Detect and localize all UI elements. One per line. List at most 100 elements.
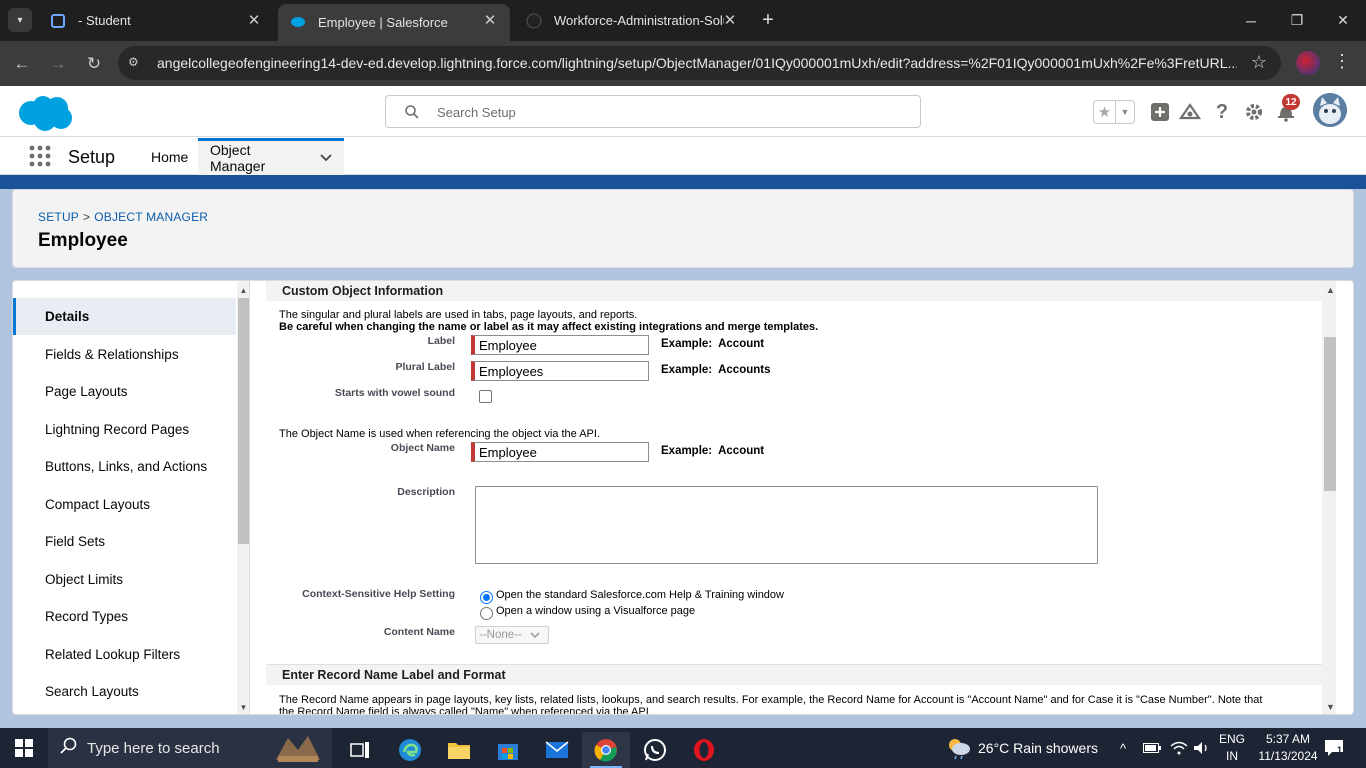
chrome-icon[interactable] [582,732,630,768]
plural-label-input[interactable]: Employees [471,361,649,381]
search-icon [60,737,80,760]
sidebar-item-search-layouts[interactable]: Search Layouts [13,673,236,710]
label-example: Example: Account [661,338,764,350]
address-bar[interactable]: ⚙ angelcollegeofengineering14-dev-ed.dev… [118,46,1281,80]
notification-badge: 12 [1282,94,1300,110]
help-visualforce-option: Open a window using a Visualforce page [496,605,696,617]
sidebar-item-related-lookup-filters[interactable]: Related Lookup Filters [13,636,236,673]
clock-time: 5:37 AM [1265,732,1311,746]
edit-form: Custom Object Information The singular a… [266,281,1336,714]
profile-icon[interactable] [1296,51,1320,75]
show-hidden-icons[interactable]: ^ [1120,728,1126,768]
scroll-up-arrow-icon[interactable]: ▲ [1322,281,1336,298]
wifi-icon[interactable] [1170,728,1188,768]
system-clock[interactable]: 5:37 AM 11/13/2024 [1258,731,1318,765]
mail-icon[interactable] [533,732,581,768]
nav-item-home[interactable]: Home [139,138,200,175]
browser-tab-workforce[interactable]: Workforce-Administration-Solu ✕ [514,4,750,37]
search-highlight-illustration [276,736,320,762]
file-explorer-icon[interactable] [435,732,483,768]
setup-gear-icon[interactable] [1242,100,1266,124]
favorite-star-icon[interactable]: ★ [1094,101,1116,123]
sidebar-item-buttons-links-actions[interactable]: Buttons, Links, and Actions [13,448,236,485]
restore-icon[interactable]: ❐ [1274,0,1320,41]
sidebar-item-details[interactable]: Details [13,298,236,335]
volume-icon[interactable] [1193,728,1211,768]
sidebar-scrollbar[interactable]: ▲ ▼ [237,281,249,714]
form-scroll-thumb[interactable] [1324,337,1336,491]
task-view-icon[interactable] [336,732,384,768]
help-visualforce-radio[interactable] [480,607,493,620]
object-name-input[interactable]: Employee [471,442,649,462]
start-button[interactable] [0,728,48,768]
tab-search-button[interactable]: ▾ [8,8,32,32]
breadcrumb-separator: > [83,210,91,224]
help-setting-label: Context-Sensitive Help Setting [302,588,455,600]
back-icon[interactable]: ← [9,51,35,77]
sidebar-item-page-layouts[interactable]: Page Layouts [13,373,236,410]
browser-menu-icon[interactable]: ⋮ [1332,51,1352,75]
opera-icon[interactable] [680,732,728,768]
battery-icon[interactable] [1143,728,1161,768]
breadcrumb-object-manager[interactable]: OBJECT MANAGER [94,210,208,224]
nav-item-label: Object Manager [210,142,266,174]
forward-icon[interactable]: → [45,51,71,77]
help-standard-radio[interactable] [480,591,493,604]
favorites-dropdown-icon[interactable]: ▼ [1116,101,1134,123]
close-tab-icon[interactable]: ✕ [720,10,740,30]
starts-with-vowel-checkbox[interactable] [479,390,492,403]
section-custom-object-information: Custom Object Information [266,281,1323,301]
new-tab-icon[interactable]: + [757,9,779,31]
action-center-icon[interactable]: 1 [1324,728,1344,768]
label-input[interactable]: Employee [471,335,649,355]
sidebar-item-lightning-record-pages[interactable]: Lightning Record Pages [13,411,236,448]
edge-icon[interactable] [386,732,434,768]
browser-tabstrip: ▾ - Student ✕ Employee | Salesforce ✕ Wo… [0,0,1366,41]
global-actions-icon[interactable] [1148,100,1172,124]
site-info-icon[interactable]: ⚙ [128,55,144,71]
content-name-label: Content Name [383,626,455,638]
description-label: Description [397,486,455,498]
salesforce-logo[interactable] [15,94,75,132]
sidebar-scroll-thumb[interactable] [238,298,249,544]
student-tab-icon [51,14,65,28]
weather-widget[interactable]: 26°C Rain showers [946,728,1098,768]
nav-item-object-manager[interactable]: Object Manager [198,138,344,175]
reload-icon[interactable]: ↻ [81,51,107,77]
sidebar-item-field-sets[interactable]: Field Sets [13,523,236,560]
scroll-down-arrow-icon[interactable]: ▼ [1322,698,1336,714]
trailhead-icon[interactable] [1178,100,1202,124]
chevron-down-icon[interactable] [320,151,332,165]
close-tab-icon[interactable]: ✕ [480,10,500,30]
taskbar-search-box[interactable]: Type here to search [48,728,332,768]
chevron-down-icon [530,631,540,638]
sidebar-item-compact-layouts[interactable]: Compact Layouts [13,486,236,523]
bookmark-star-icon[interactable]: ☆ [1251,52,1267,73]
search-setup[interactable] [385,95,921,128]
microsoft-store-icon[interactable] [484,732,532,768]
app-launcher-icon[interactable] [29,145,51,167]
form-scrollbar[interactable]: ▲ ▼ [1322,281,1336,714]
close-tab-icon[interactable]: ✕ [244,10,264,30]
search-icon [405,105,419,119]
intro-warning-text: Be careful when changing the name or lab… [279,321,819,333]
scroll-up-arrow-icon[interactable]: ▲ [237,283,249,297]
browser-tab-student[interactable]: - Student ✕ [38,4,274,37]
scroll-down-arrow-icon[interactable]: ▼ [237,700,249,714]
user-avatar[interactable] [1313,93,1347,127]
sidebar-item-fields-relationships[interactable]: Fields & Relationships [13,336,236,373]
browser-tab-employee[interactable]: Employee | Salesforce ✕ [278,4,510,41]
sidebar-item-object-limits[interactable]: Object Limits [13,561,236,598]
sidebar-item-record-types[interactable]: Record Types [13,598,236,635]
whatsapp-icon[interactable] [631,732,679,768]
help-icon[interactable]: ? [1210,100,1234,124]
minimize-icon[interactable]: ─ [1228,0,1274,41]
input-language[interactable]: ENG IN [1217,731,1247,765]
clock-date: 11/13/2024 [1258,749,1318,763]
search-setup-input[interactable] [437,103,897,121]
close-window-icon[interactable]: ✕ [1320,0,1366,41]
object-name-example: Example: Account [661,445,764,457]
breadcrumb-setup[interactable]: SETUP [38,210,79,224]
salesforce-tab-icon [291,17,305,27]
description-textarea[interactable] [475,486,1098,564]
